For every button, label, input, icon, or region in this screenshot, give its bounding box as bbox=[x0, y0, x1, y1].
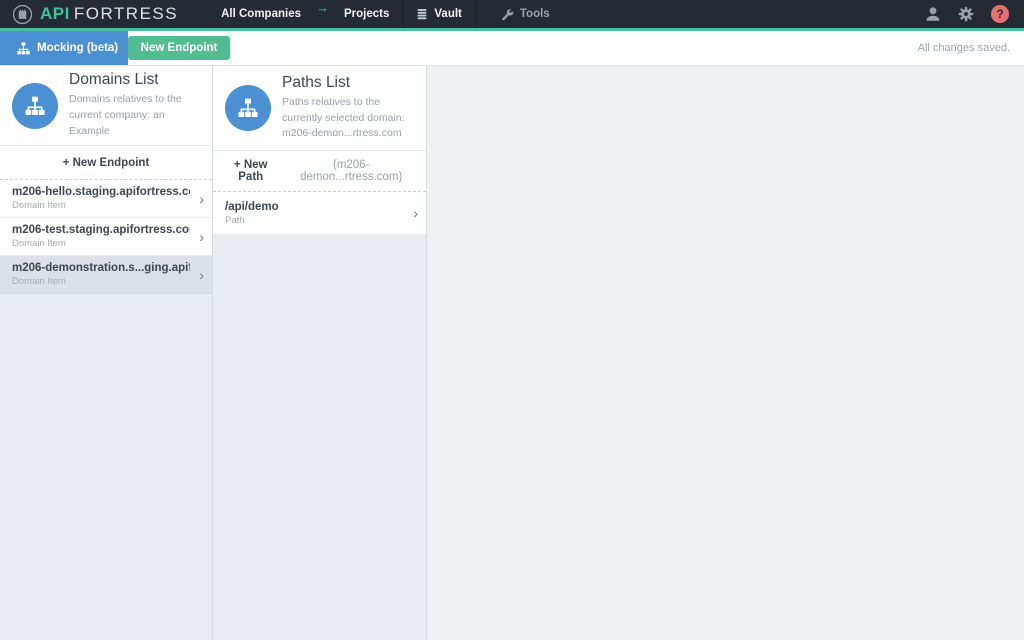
domains-panel-title: Domains List bbox=[69, 71, 200, 89]
list-item-name: m206-hello.staging.apifortress.com bbox=[12, 186, 190, 198]
nav-projects[interactable]: Projects bbox=[331, 0, 402, 28]
top-navbar: API FORTRESS All Companies → Projects bbox=[0, 0, 1024, 31]
user-icon[interactable] bbox=[925, 6, 941, 22]
domains-panel-subtitle: Domains relatives to the current company… bbox=[69, 92, 200, 139]
navbar-menu: All Companies → Projects Vault bbox=[208, 0, 575, 28]
new-endpoint-action-label: + New Endpoint bbox=[63, 157, 150, 169]
help-question-mark: ? bbox=[996, 7, 1003, 21]
list-item-type: Domain Item bbox=[12, 200, 190, 211]
list-item-name: m206-demonstration.s...ging.apifortress.… bbox=[12, 262, 190, 274]
detail-area-empty bbox=[427, 66, 1024, 640]
list-item[interactable]: m206-demonstration.s...ging.apifortress.… bbox=[0, 256, 212, 294]
domains-panel: Domains List Domains relatives to the cu… bbox=[0, 66, 213, 640]
new-endpoint-button-area: New Endpoint bbox=[128, 31, 231, 65]
nav-all-companies-label: All Companies bbox=[221, 8, 301, 20]
nav-vault-label: Vault bbox=[434, 8, 461, 20]
wrench-icon bbox=[501, 8, 514, 21]
paths-panel-subtitle: Paths relatives to the currently selecte… bbox=[282, 95, 414, 142]
paths-sitemap-icon bbox=[225, 85, 271, 131]
help-icon[interactable]: ? bbox=[991, 5, 1009, 23]
navbar-right-icons: ? bbox=[925, 5, 1024, 23]
domains-panel-header: Domains List Domains relatives to the cu… bbox=[0, 66, 212, 146]
paths-panel-title: Paths List bbox=[282, 74, 414, 92]
paths-panel-header: Paths List Paths relatives to the curren… bbox=[213, 66, 426, 151]
main-content: Domains List Domains relatives to the cu… bbox=[0, 66, 1024, 640]
gear-icon[interactable] bbox=[958, 6, 974, 22]
breadcrumb-arrow-icon: → bbox=[314, 0, 331, 28]
list-item-name: /api/demo bbox=[225, 201, 404, 213]
nav-all-companies[interactable]: All Companies bbox=[208, 0, 314, 28]
save-status-text: All changes saved. bbox=[918, 42, 1024, 54]
tab-mocking-label: Mocking (beta) bbox=[37, 42, 118, 54]
chevron-right-icon: › bbox=[199, 191, 204, 207]
list-item[interactable]: /api/demo Path › bbox=[213, 192, 426, 235]
domains-header-text: Domains List Domains relatives to the cu… bbox=[69, 71, 200, 139]
domains-sitemap-icon bbox=[12, 83, 58, 129]
nav-projects-label: Projects bbox=[344, 8, 389, 20]
fortress-logo-icon bbox=[12, 4, 33, 25]
nav-tools[interactable]: Tools bbox=[475, 0, 575, 28]
chevron-right-icon: › bbox=[199, 267, 204, 283]
database-icon bbox=[416, 8, 428, 20]
chevron-right-icon: › bbox=[199, 229, 204, 245]
list-item[interactable]: m206-test.staging.apifortress.com Domain… bbox=[0, 218, 212, 256]
new-path-action-row[interactable]: + New Path (m206-demon...rtress.com) bbox=[213, 151, 426, 192]
apifortress-logo[interactable]: API FORTRESS bbox=[0, 0, 194, 28]
paths-header-text: Paths List Paths relatives to the curren… bbox=[282, 74, 414, 142]
list-item-name: m206-test.staging.apifortress.com bbox=[12, 224, 190, 236]
nav-tools-label: Tools bbox=[520, 8, 550, 20]
list-item-type: Domain Item bbox=[12, 276, 190, 287]
list-item[interactable]: m206-hello.staging.apifortress.com Domai… bbox=[0, 180, 212, 218]
path-list: /api/demo Path › bbox=[213, 192, 426, 235]
list-item-type: Path bbox=[225, 215, 404, 226]
chevron-right-icon: › bbox=[413, 205, 418, 221]
logo-text-fortress: FORTRESS bbox=[74, 4, 178, 24]
new-path-action-suffix: (m206-demon...rtress.com) bbox=[284, 159, 418, 183]
list-item-type: Domain Item bbox=[12, 238, 190, 249]
sitemap-icon bbox=[17, 42, 30, 55]
paths-panel: Paths List Paths relatives to the curren… bbox=[213, 66, 427, 640]
new-endpoint-action-row[interactable]: + New Endpoint bbox=[0, 146, 212, 180]
domain-list: m206-hello.staging.apifortress.com Domai… bbox=[0, 180, 212, 294]
nav-vault[interactable]: Vault bbox=[402, 0, 474, 28]
tab-toolbar: Mocking (beta) New Endpoint All changes … bbox=[0, 31, 1024, 66]
new-path-action-label: + New Path bbox=[221, 159, 280, 183]
tab-mocking-beta[interactable]: Mocking (beta) bbox=[0, 31, 128, 65]
logo-text-api: API bbox=[40, 4, 70, 24]
app-window: API FORTRESS All Companies → Projects bbox=[0, 0, 1024, 640]
new-endpoint-button[interactable]: New Endpoint bbox=[128, 36, 231, 60]
